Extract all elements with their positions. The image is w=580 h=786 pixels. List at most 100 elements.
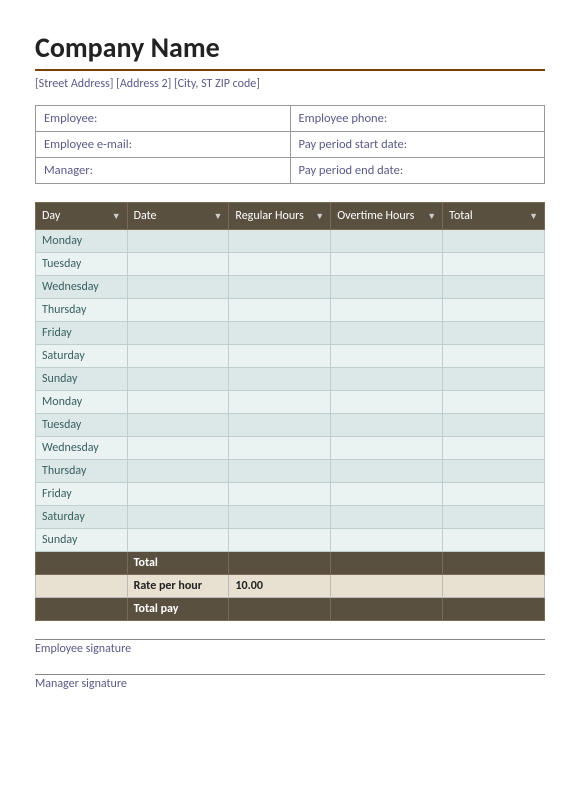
date-cell bbox=[127, 368, 229, 391]
date-cell bbox=[127, 437, 229, 460]
day-cell: Tuesday bbox=[36, 253, 128, 276]
day-cell: Sunday bbox=[36, 529, 128, 552]
total-label: Total bbox=[127, 552, 229, 575]
rate-empty-2 bbox=[331, 575, 443, 598]
regular-hours-cell bbox=[229, 276, 331, 299]
regular-hours-cell bbox=[229, 529, 331, 552]
day-cell: Wednesday bbox=[36, 437, 128, 460]
overtime-hours-cell bbox=[331, 460, 443, 483]
info-row-2: Employee e-mail: Pay period start date: bbox=[36, 132, 545, 158]
email-label: Employee e-mail: bbox=[44, 137, 132, 152]
table-row: Friday bbox=[36, 322, 545, 345]
overtime-hours-cell bbox=[331, 414, 443, 437]
regular-hours-cell bbox=[229, 460, 331, 483]
table-row: Thursday bbox=[36, 299, 545, 322]
pay-start-label: Pay period start date: bbox=[299, 137, 408, 152]
table-row: Tuesday bbox=[36, 414, 545, 437]
day-dropdown-icon[interactable]: ▼ bbox=[112, 211, 121, 222]
date-dropdown-icon[interactable]: ▼ bbox=[213, 211, 222, 222]
manager-signature-label: Manager signature bbox=[35, 677, 545, 691]
total-cell bbox=[443, 391, 545, 414]
regular-hours-cell bbox=[229, 483, 331, 506]
day-cell: Thursday bbox=[36, 460, 128, 483]
manager-cell: Manager: bbox=[36, 158, 291, 184]
date-cell bbox=[127, 460, 229, 483]
regular-dropdown-icon[interactable]: ▼ bbox=[315, 211, 324, 222]
total-cell bbox=[443, 276, 545, 299]
total-cell bbox=[443, 299, 545, 322]
regular-hours-cell bbox=[229, 414, 331, 437]
company-address: [Street Address] [Address 2] [City, ST Z… bbox=[35, 77, 545, 91]
overtime-hours-cell bbox=[331, 230, 443, 253]
total-cell bbox=[443, 437, 545, 460]
phone-cell: Employee phone: bbox=[290, 106, 545, 132]
total-reg-sum bbox=[229, 552, 331, 575]
info-row-3: Manager: Pay period end date: bbox=[36, 158, 545, 184]
date-cell bbox=[127, 414, 229, 437]
date-cell bbox=[127, 299, 229, 322]
table-row: Wednesday bbox=[36, 437, 545, 460]
rate-empty-3 bbox=[443, 575, 545, 598]
regular-hours-cell bbox=[229, 322, 331, 345]
table-row: Saturday bbox=[36, 345, 545, 368]
total-summary-row: Total bbox=[36, 552, 545, 575]
table-row: Monday bbox=[36, 230, 545, 253]
rate-empty-1 bbox=[36, 575, 128, 598]
totalpay-value bbox=[443, 598, 545, 621]
day-cell: Thursday bbox=[36, 299, 128, 322]
overtime-hours-cell bbox=[331, 391, 443, 414]
manager-signature-line: Manager signature bbox=[35, 674, 545, 691]
timesheet-table: Day ▼ Date ▼ Regular Hours ▼ Overtime Ho… bbox=[35, 202, 545, 621]
overtime-hours-cell bbox=[331, 276, 443, 299]
overtime-dropdown-icon[interactable]: ▼ bbox=[427, 211, 436, 222]
day-cell: Friday bbox=[36, 483, 128, 506]
table-row: Sunday bbox=[36, 529, 545, 552]
rate-row: Rate per hour 10.00 bbox=[36, 575, 545, 598]
date-cell bbox=[127, 322, 229, 345]
employee-signature-line: Employee signature bbox=[35, 639, 545, 656]
total-cell bbox=[443, 460, 545, 483]
day-cell: Saturday bbox=[36, 345, 128, 368]
overtime-hours-cell bbox=[331, 529, 443, 552]
overtime-hours-cell bbox=[331, 483, 443, 506]
employee-signature-label: Employee signature bbox=[35, 642, 545, 656]
total-cell bbox=[443, 253, 545, 276]
date-cell bbox=[127, 529, 229, 552]
table-row: Wednesday bbox=[36, 276, 545, 299]
pay-end-cell: Pay period end date: bbox=[290, 158, 545, 184]
date-cell bbox=[127, 230, 229, 253]
employee-cell: Employee: bbox=[36, 106, 291, 132]
total-dropdown-icon[interactable]: ▼ bbox=[529, 211, 538, 222]
date-cell bbox=[127, 483, 229, 506]
overtime-hours-cell bbox=[331, 299, 443, 322]
overtime-hours-cell bbox=[331, 322, 443, 345]
total-cell bbox=[443, 322, 545, 345]
regular-hours-cell bbox=[229, 253, 331, 276]
overtime-hours-cell bbox=[331, 345, 443, 368]
phone-label: Employee phone: bbox=[299, 111, 388, 126]
employee-sig-underline bbox=[35, 639, 545, 640]
pay-end-label: Pay period end date: bbox=[299, 163, 404, 178]
totalpay-empty-2 bbox=[229, 598, 331, 621]
total-cell bbox=[443, 345, 545, 368]
total-cell bbox=[443, 230, 545, 253]
day-cell: Tuesday bbox=[36, 414, 128, 437]
day-cell: Monday bbox=[36, 391, 128, 414]
totalpay-label: Total pay bbox=[127, 598, 229, 621]
date-cell bbox=[127, 345, 229, 368]
regular-hours-cell bbox=[229, 391, 331, 414]
overtime-hours-cell bbox=[331, 253, 443, 276]
regular-hours-cell bbox=[229, 368, 331, 391]
regular-hours-cell bbox=[229, 345, 331, 368]
total-cell bbox=[443, 414, 545, 437]
col-header-day: Day ▼ bbox=[36, 203, 128, 230]
company-divider bbox=[35, 69, 545, 71]
manager-sig-underline bbox=[35, 674, 545, 675]
table-row: Sunday bbox=[36, 368, 545, 391]
regular-hours-cell bbox=[229, 506, 331, 529]
regular-hours-cell bbox=[229, 437, 331, 460]
manager-label: Manager: bbox=[44, 163, 93, 178]
table-header-row: Day ▼ Date ▼ Regular Hours ▼ Overtime Ho… bbox=[36, 203, 545, 230]
col-header-date: Date ▼ bbox=[127, 203, 229, 230]
total-cell bbox=[443, 483, 545, 506]
